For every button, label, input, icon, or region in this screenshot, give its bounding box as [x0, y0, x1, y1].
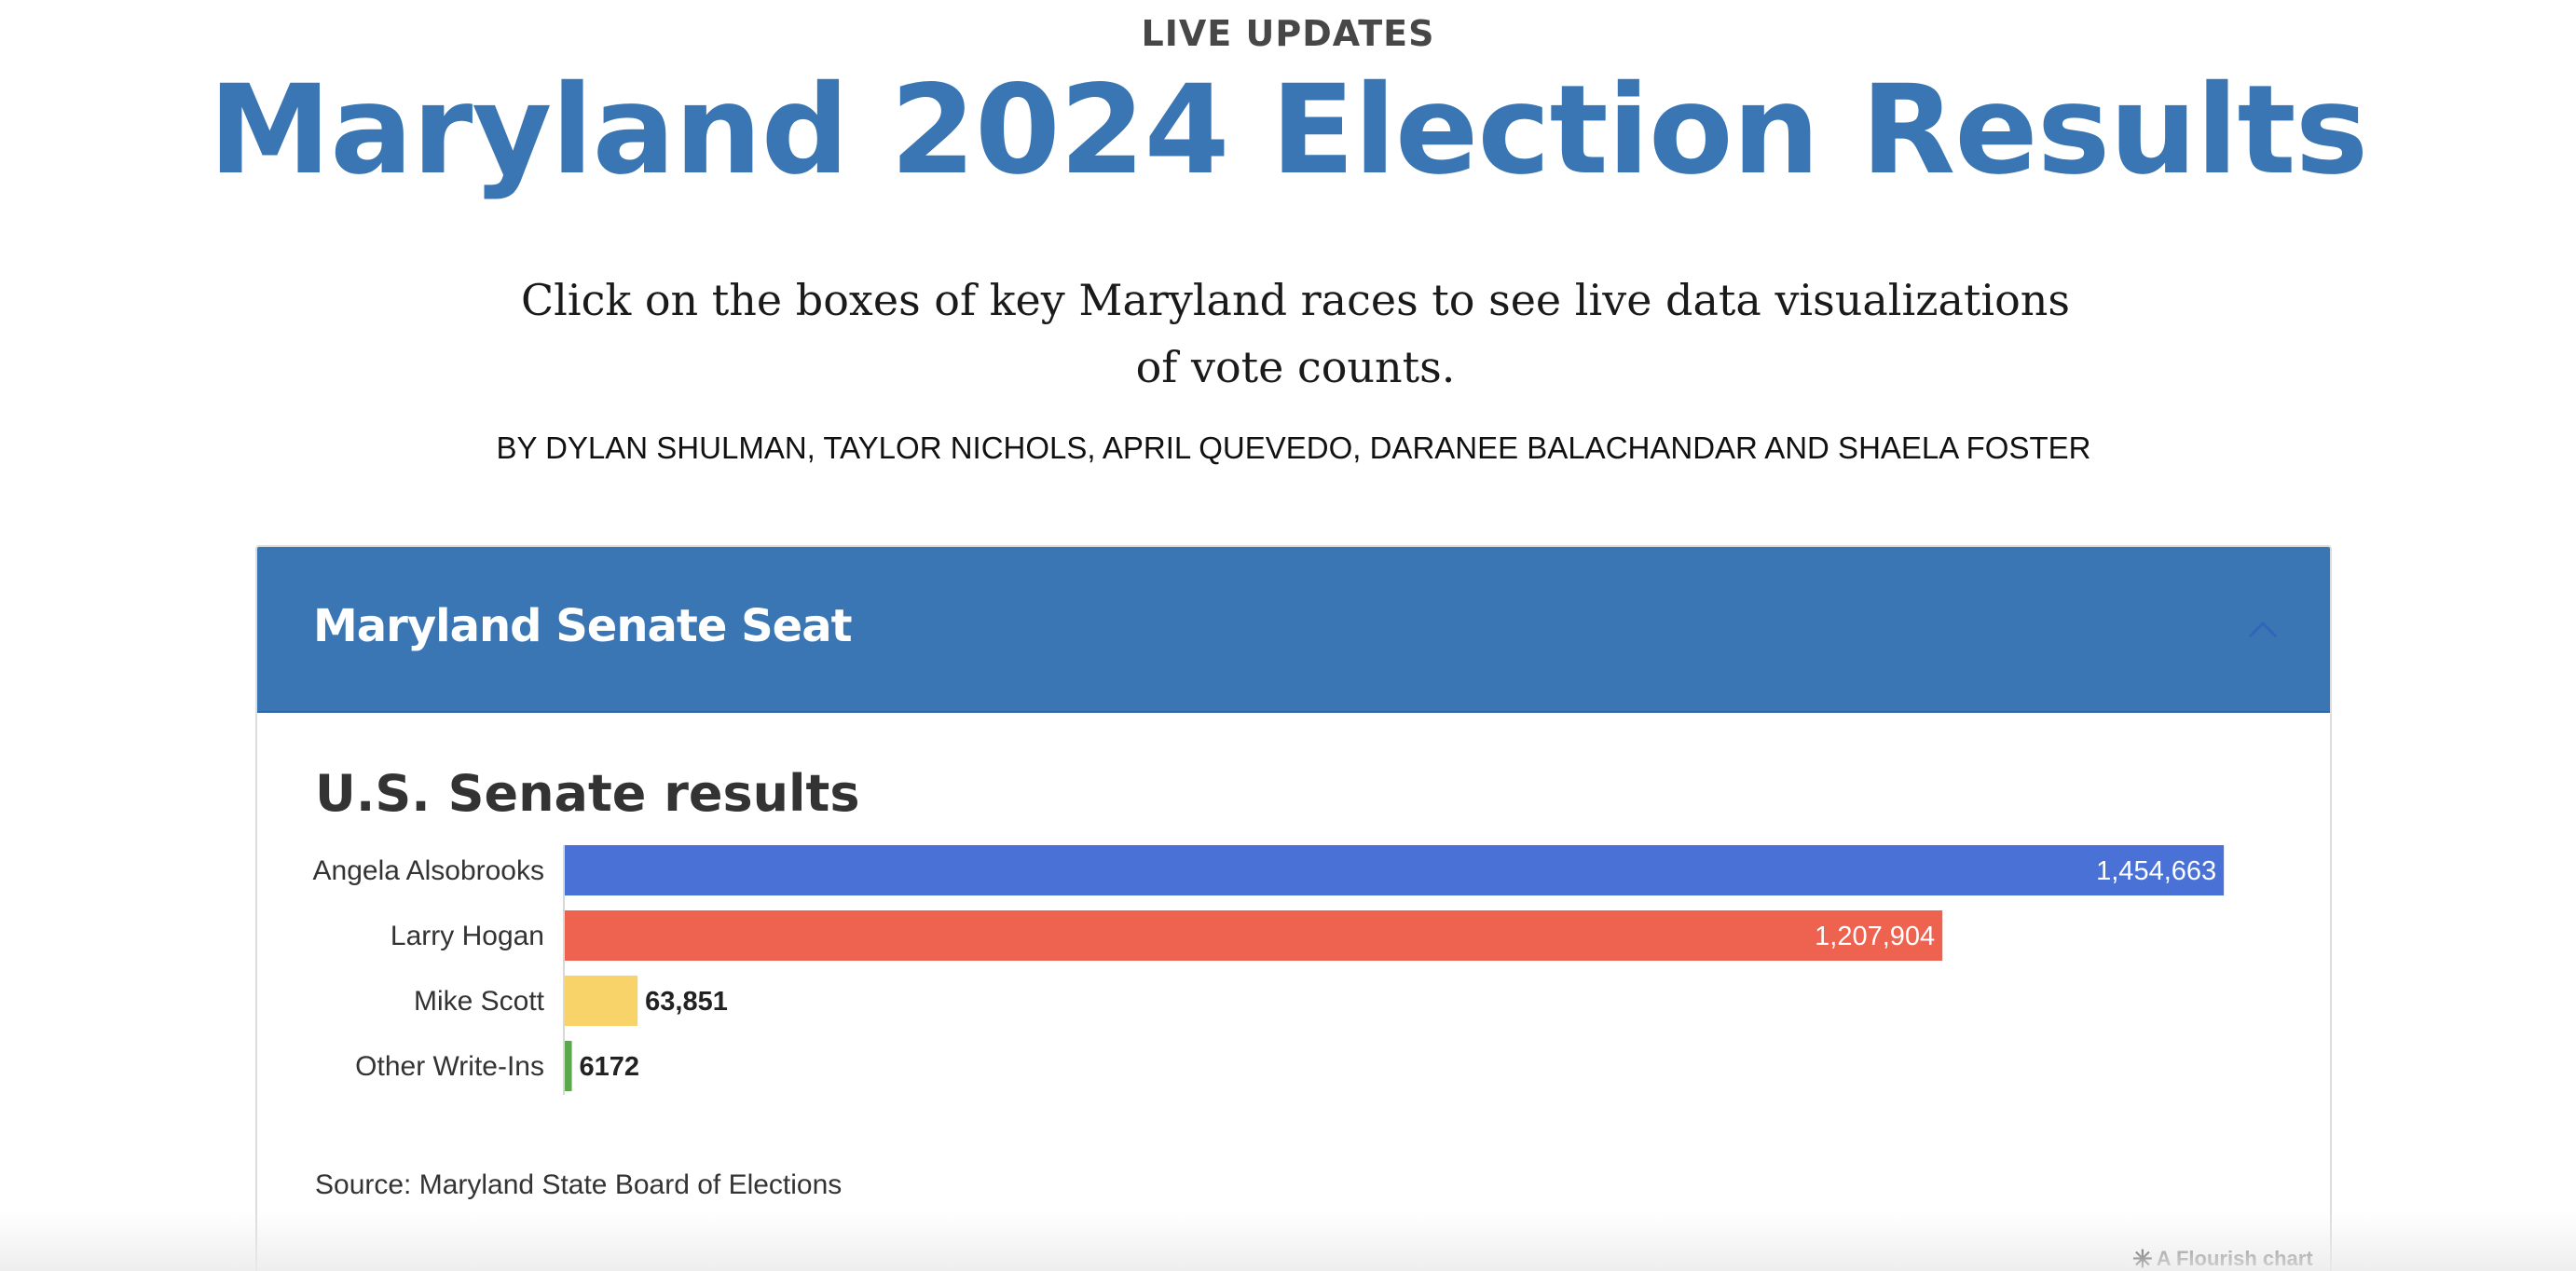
- category-label: Larry Hogan: [391, 921, 544, 951]
- data-label: 1,454,663: [2096, 856, 2216, 886]
- bar[interactable]: [565, 845, 2225, 895]
- accordion-title: Maryland Senate Seat: [313, 600, 853, 652]
- data-label: 63,851: [645, 987, 728, 1017]
- flourish-credit-link[interactable]: ✳ A Flourish chart: [2132, 1245, 2313, 1271]
- category-label: Angela Alsobrooks: [313, 855, 545, 886]
- category-label: Mike Scott: [414, 986, 545, 1017]
- bar[interactable]: [565, 910, 1943, 961]
- accordion-header[interactable]: Maryland Senate Seat: [257, 547, 2330, 713]
- flourish-credit-text: A Flourish chart: [2156, 1247, 2313, 1270]
- dek: Click on the boxes of key Maryland races…: [520, 275, 2071, 392]
- byline: BY DYLAN SHULMAN, TAYLOR NICHOLS, APRIL …: [496, 430, 2091, 465]
- chart-title: U.S. Senate results: [315, 764, 860, 823]
- bar[interactable]: [565, 976, 638, 1026]
- senate-bar-chart: Angela Alsobrooks 1,454,663 Larry Hogan 1,2…: [313, 845, 2225, 1095]
- chart-source: Source: Maryland State Board of Election…: [315, 1169, 843, 1200]
- bar[interactable]: [565, 1041, 572, 1091]
- senate-accordion-panel: Maryland Senate Seat U.S. Senate results…: [255, 545, 2332, 1271]
- data-label: 1,207,904: [1815, 922, 1935, 951]
- category-label: Other Write-Ins: [355, 1051, 544, 1082]
- flourish-asterisk-icon: ✳: [2132, 1245, 2153, 1271]
- kicker: LIVE UPDATES: [1141, 13, 1435, 54]
- page-title: Maryland 2024 Election Results: [208, 59, 2368, 202]
- chevron-up-icon[interactable]: [2246, 612, 2280, 646]
- data-label: 6172: [580, 1052, 640, 1082]
